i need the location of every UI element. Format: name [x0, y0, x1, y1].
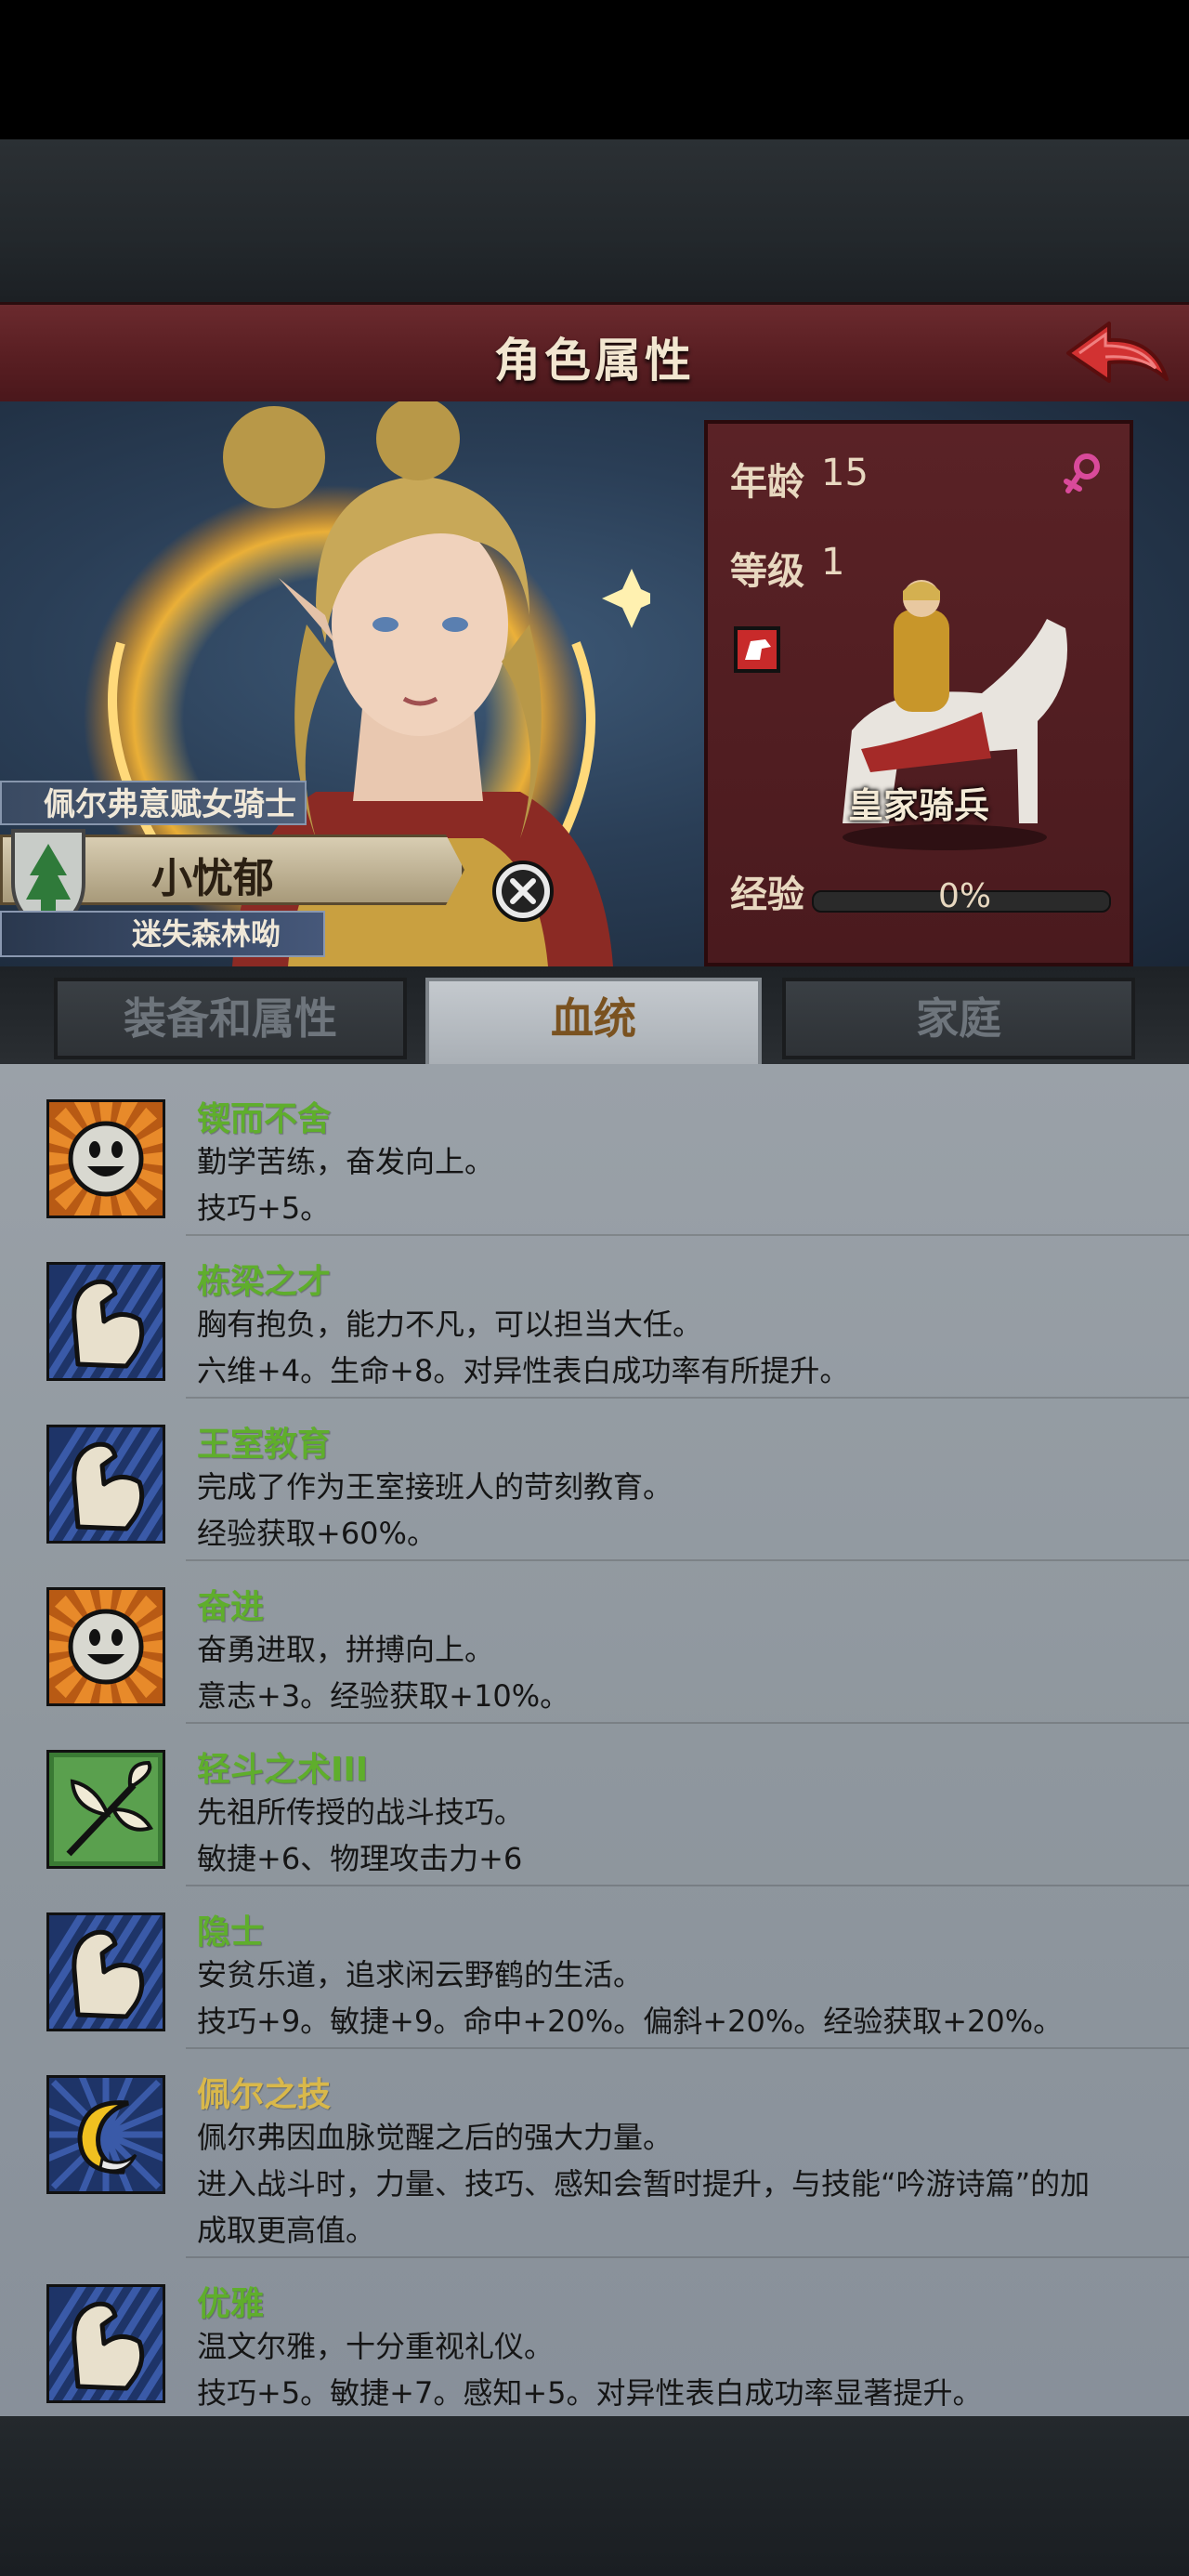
trait-description-line: 技巧+5。敏捷+7。感知+5。对异性表白成功率显著提升。 [197, 2375, 983, 2411]
trait-description-line: 完成了作为王室接班人的苛刻教育。 [197, 1469, 673, 1505]
trait-name: 栋梁之才 [197, 1263, 332, 1301]
trait-description-line: 技巧+9。敏捷+9。命中+20%。偏斜+20%。经验获取+20%。 [197, 2004, 1064, 2039]
character-hero: 佩尔弗意赋女骑士 小忧郁 迷失森林呦 年龄 15 等级 1 皇家骑兵 经验 0% [0, 401, 1189, 966]
female-icon [1064, 453, 1100, 493]
trait-description-line: 先祖所传授的战斗技巧。 [197, 1794, 525, 1830]
trait-divider [186, 1559, 1189, 1561]
bloodline-trait-list: 锲而不舍勤学苦练，奋发向上。 技巧+5。栋梁之才胸有抱负，能力不凡，可以担当大任。… [0, 1064, 1189, 2416]
back-arrow-icon[interactable] [1061, 314, 1172, 398]
character-info-panel: 年龄 15 等级 1 皇家骑兵 经验 0% [704, 420, 1133, 966]
top-stone-border [0, 139, 1189, 302]
tab-equipment-attributes[interactable]: 装备和属性 [54, 978, 407, 1059]
trait-description-line: 成取更高值。 [197, 2213, 376, 2248]
trait-name: 奋进 [197, 1588, 265, 1626]
trait-divider [186, 1722, 1189, 1724]
trait-divider [186, 2256, 1189, 2258]
trait-description-line: 进入战斗时，力量、技巧、感知会暂时提升，与技能“吟游诗篇”的加 [197, 2166, 1091, 2201]
unit-class-icon [734, 626, 780, 673]
trait-description-line: 技巧+5。 [197, 1190, 331, 1226]
flexed-arm-icon [6, 2281, 292, 2406]
leaf-branch-icon [46, 1750, 165, 1869]
trait-description-line: 经验获取+60%。 [197, 1516, 437, 1551]
age-value: 15 [821, 452, 869, 494]
tab-bloodline[interactable]: 血统 [425, 978, 762, 1071]
exp-label: 经验 [730, 874, 804, 916]
trait-description-line: 意志+3。经验获取+10%。 [197, 1678, 570, 1714]
tab-bar: 装备和属性 血统 家庭 [0, 966, 1189, 1071]
trait-divider [186, 1397, 1189, 1399]
smiley-sun-icon [41, 1582, 171, 1712]
exp-value: 0% [938, 877, 992, 915]
status-bar-area [0, 0, 1189, 139]
bottom-stone-border [0, 2416, 1189, 2576]
trait-description-line: 勤学苦练，奋发向上。 [197, 1144, 495, 1179]
flexed-arm-icon [6, 1910, 292, 2034]
character-title: 佩尔弗意赋女骑士 [0, 781, 307, 825]
trait-name: 锲而不舍 [197, 1100, 332, 1138]
age-label: 年龄 [730, 461, 804, 504]
flexed-arm-icon [6, 1259, 292, 1384]
trait-name: 佩尔之技 [197, 2076, 332, 2114]
trait-name: 优雅 [197, 2285, 265, 2323]
level-label: 等级 [730, 550, 804, 593]
trait-description-line: 胸有抱负，能力不凡，可以担当大任。 [197, 1307, 703, 1342]
unit-class-name: 皇家骑兵 [847, 785, 989, 826]
trait-divider [186, 1885, 1189, 1886]
trait-description-line: 奋勇进取，拼搏向上。 [197, 1632, 495, 1667]
close-circle-icon[interactable] [490, 859, 555, 924]
trait-name: 王室教育 [197, 1426, 332, 1464]
tab-family[interactable]: 家庭 [782, 978, 1135, 1059]
trait-name: 隐士 [197, 1913, 265, 1952]
trait-description-line: 安贫乐道，追求闲云野鹤的生活。 [197, 1957, 644, 1992]
crescent-moon-icon [32, 2060, 180, 2209]
flexed-arm-icon [6, 1422, 292, 1546]
trait-description-line: 六维+4。生命+8。对异性表白成功率有所提升。 [197, 1353, 850, 1388]
trait-divider [186, 2047, 1189, 2049]
trait-description-line: 敏捷+6、物理攻击力+6 [197, 1841, 523, 1876]
trait-description-line: 温文尔雅，十分重视礼仪。 [197, 2329, 555, 2364]
character-name: 小忧郁 [151, 855, 274, 902]
trait-divider [186, 1234, 1189, 1236]
trait-description-line: 佩尔弗因血脉觉醒之后的强大力量。 [197, 2120, 673, 2155]
character-name-block: 佩尔弗意赋女骑士 小忧郁 迷失森林呦 [0, 781, 483, 966]
character-subtitle: 迷失森林呦 [0, 911, 325, 957]
page-title: 角色属性 [494, 334, 695, 388]
title-bar: 角色属性 [0, 302, 1189, 406]
trait-name: 轻斗之术III [197, 1751, 369, 1789]
smiley-sun-icon [41, 1094, 171, 1224]
